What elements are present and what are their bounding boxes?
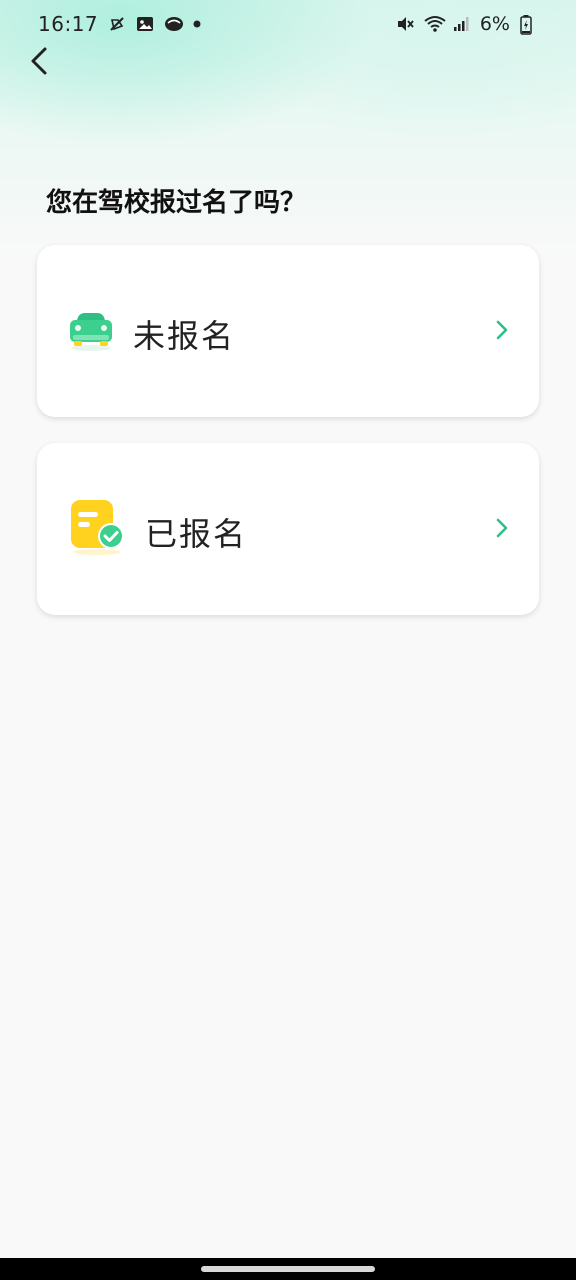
back-button[interactable] (22, 44, 56, 82)
chevron-right-icon (495, 517, 509, 543)
option-registered[interactable]: 已报名 (37, 443, 539, 615)
status-left: 16:17 (38, 12, 210, 36)
battery-percent: 6% (479, 13, 510, 35)
option-label: 未报名 (133, 317, 236, 355)
status-right: 6% (396, 13, 538, 35)
page-title: 您在驾校报过名了吗？ (46, 188, 307, 218)
status-time: 16:17 (38, 12, 99, 36)
back-chevron-icon (29, 46, 49, 80)
system-nav-bar (0, 1258, 576, 1280)
battery-charging-icon (520, 15, 538, 35)
image-icon (136, 15, 154, 33)
registered-check-icon (67, 497, 127, 561)
no-cast-icon (108, 15, 126, 33)
option-label: 已报名 (145, 515, 248, 553)
car-icon (67, 305, 115, 357)
status-bar: 16:17 6% (0, 0, 576, 48)
home-handle[interactable] (201, 1266, 375, 1272)
dot-icon (192, 15, 210, 33)
option-not-registered[interactable]: 未报名 (37, 245, 539, 417)
weather-icon (164, 15, 184, 33)
screen: 16:17 6% 您在驾校报过名了吗？ 未报名 已报名 (0, 0, 576, 1280)
mute-icon (396, 15, 414, 33)
signal-icon (452, 15, 470, 33)
chevron-right-icon (495, 319, 509, 345)
wifi-icon (424, 15, 446, 33)
